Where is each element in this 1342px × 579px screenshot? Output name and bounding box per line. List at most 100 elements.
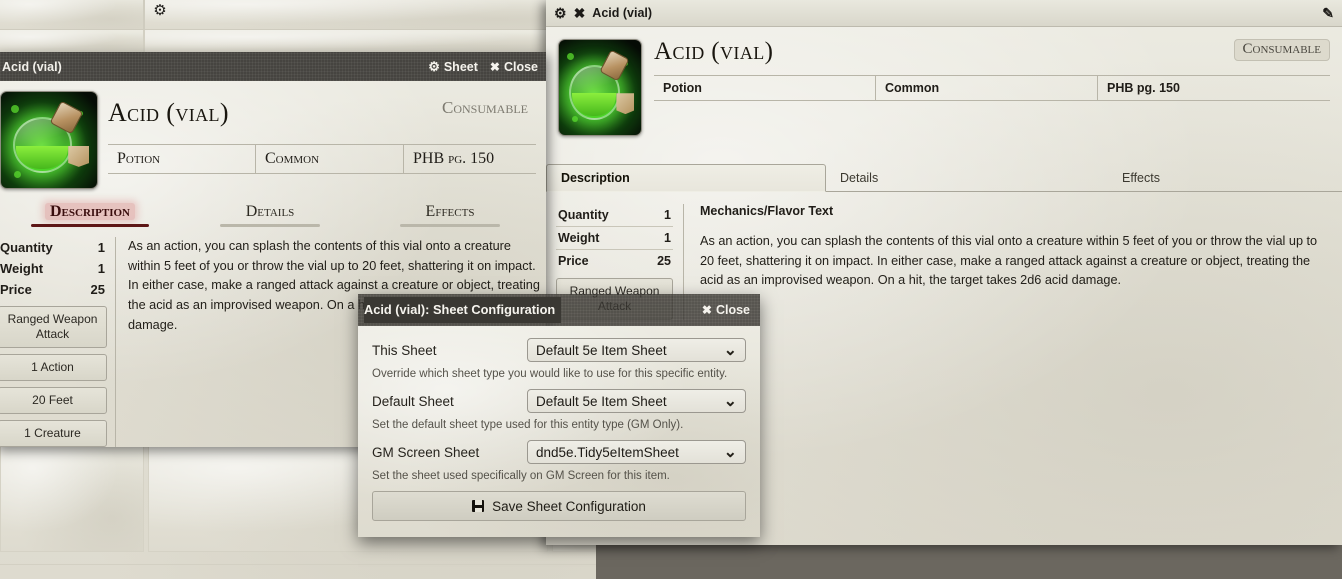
x-icon: ✖ — [701, 303, 712, 317]
floating-item-stats-panel: Quantity 1 Weight 1 Price 25 Ranged Weap… — [0, 237, 116, 447]
item-type-badge: Consumable — [1233, 39, 1330, 61]
background-header-segment-right — [144, 0, 596, 30]
background-header-segment-left — [0, 0, 144, 30]
floating-item-title-row: Acid (vial) Consumable — [108, 91, 536, 126]
tab-effects[interactable]: Effects — [360, 203, 540, 227]
default-sheet-select[interactable]: Default 5e Item Sheet ⌄ — [527, 389, 746, 413]
tab-effects[interactable]: Effects — [1108, 164, 1342, 192]
tab-description-label: Description — [44, 203, 135, 220]
field-gm-screen-sheet: GM Screen Sheet dnd5e.Tidy5eItemSheet ⌄ — [372, 440, 746, 464]
item-header-meta: Acid (vial) Consumable Potion Common PHB… — [654, 38, 1330, 136]
item-type-badge: Consumable — [441, 98, 528, 117]
tab-details[interactable]: Details — [180, 203, 360, 227]
background-footer-divider — [0, 564, 596, 565]
background-window-header: ⚙ — [0, 0, 596, 30]
close-window-button-label: Close — [503, 59, 538, 74]
gm-screen-sheet-label: GM Screen Sheet — [372, 444, 480, 460]
tag-button-range[interactable]: 20 Feet — [0, 387, 107, 414]
stat-price: Price 25 — [0, 279, 107, 300]
stat-price: Price 25 — [556, 249, 673, 272]
tab-description[interactable]: Description — [546, 164, 826, 192]
description-heading: Mechanics/Flavor Text — [700, 204, 834, 218]
this-sheet-label: This Sheet — [372, 342, 437, 358]
field-this-sheet: This Sheet Default 5e Item Sheet ⌄ — [372, 338, 746, 362]
edit-square-icon[interactable]: ✎︎ — [1322, 6, 1334, 20]
item-name: Acid (vial) — [654, 38, 774, 65]
floating-item-header-meta: Acid (vial) Consumable Potion Common PHB… — [108, 91, 536, 189]
item-meta-row: Potion Common PHB pg. 150 — [108, 144, 536, 175]
tab-details-label: Details — [840, 170, 879, 185]
tag-button-target[interactable]: 1 Creature — [0, 420, 107, 447]
tab-description-underline — [30, 224, 150, 227]
floating-window-titlebar[interactable]: Acid (vial) ⚙ Sheet ✖ Close — [0, 52, 546, 81]
stat-quantity: Quantity 1 — [556, 204, 673, 226]
dialog-close-label: Close — [715, 303, 750, 317]
item-meta-source: PHB pg. 150 — [1107, 81, 1180, 96]
background-subheader-segment-left — [0, 30, 144, 54]
description-text: As an action, you can splash the content… — [700, 234, 1318, 288]
tab-details-label: Details — [245, 203, 295, 220]
stat-weight-value: 1 — [97, 261, 105, 276]
stat-quantity: Quantity 1 — [0, 237, 107, 258]
item-meta-rarity: Common — [256, 145, 404, 174]
dialog-close-button[interactable]: ✖ Close — [702, 303, 750, 317]
chevron-down-icon: ⌄ — [723, 342, 737, 359]
this-sheet-select[interactable]: Default 5e Item Sheet ⌄ — [527, 338, 746, 362]
item-meta-row: Potion Common PHB pg. 150 — [654, 75, 1330, 102]
stat-weight-label: Weight — [558, 231, 600, 245]
tab-description-label: Description — [561, 171, 630, 185]
gm-screen-sheet-hint: Set the sheet used specifically on GM Sc… — [372, 470, 670, 482]
sheet-configuration-dialog: Acid (vial): Sheet Configuration ✖ Close… — [358, 294, 760, 537]
item-meta-type: Potion — [108, 145, 256, 174]
dialog-titlebar[interactable]: Acid (vial): Sheet Configuration ✖ Close — [358, 294, 760, 326]
stat-weight-label: Weight — [0, 261, 44, 276]
stat-weight: Weight 1 — [0, 258, 107, 279]
gm-screen-sheet-select[interactable]: dnd5e.Tidy5eItemSheet ⌄ — [527, 440, 746, 464]
tab-description[interactable]: Description — [0, 203, 180, 227]
save-sheet-configuration-button[interactable]: Save Sheet Configuration — [372, 491, 746, 521]
stat-price-value: 25 — [657, 254, 671, 268]
dialog-title: Acid (vial): Sheet Configuration — [364, 297, 562, 323]
default-sheet-hint: Set the default sheet type used for this… — [372, 419, 684, 431]
item-meta-rarity: Common — [876, 76, 1098, 101]
stat-quantity-label: Quantity — [558, 208, 609, 222]
stat-price-label: Price — [558, 254, 589, 268]
this-sheet-hint: Override which sheet type you would like… — [372, 368, 728, 380]
tab-details-underline — [219, 224, 321, 227]
stat-weight-value: 1 — [664, 231, 671, 245]
tab-effects-label: Effects — [1122, 170, 1160, 185]
tab-effects-label: Effects — [425, 203, 475, 220]
close-circle-icon[interactable]: ✖︎ — [574, 6, 586, 20]
background-subheader-segment-right — [144, 30, 596, 54]
item-name: Acid (vial) — [108, 98, 229, 127]
stat-price-label: Price — [0, 282, 32, 297]
default-sheet-value: Default 5e Item Sheet — [536, 393, 667, 409]
x-icon: ✖ — [489, 59, 500, 74]
this-sheet-value: Default 5e Item Sheet — [536, 342, 667, 358]
item-meta-type: Potion — [654, 76, 876, 101]
dialog-body: This Sheet Default 5e Item Sheet ⌄ Overr… — [358, 326, 760, 537]
floppy-disk-icon — [472, 500, 485, 512]
tab-effects-underline — [399, 224, 501, 227]
stat-price-value: 25 — [90, 282, 105, 297]
background-window-subheader — [0, 30, 596, 54]
floating-item-header-block: Acid (vial) Consumable Potion Common PHB… — [0, 81, 546, 189]
green-potion-vial-icon[interactable] — [558, 39, 642, 136]
close-window-button[interactable]: ✖ Close — [490, 60, 538, 74]
stat-quantity-label: Quantity — [0, 240, 53, 255]
floating-window-title: Acid (vial) — [2, 59, 62, 74]
tag-button-activation[interactable]: 1 Action — [0, 354, 107, 381]
item-header-title-row: Acid (vial) Consumable — [654, 38, 1330, 65]
item-sheet-tabs: Description Details Effects — [546, 164, 1342, 192]
tag-button-ranged-weapon-attack[interactable]: Ranged Weapon Attack — [0, 306, 107, 348]
green-potion-vial-icon[interactable] — [0, 91, 98, 189]
field-default-sheet: Default Sheet Default 5e Item Sheet ⌄ — [372, 389, 746, 413]
gear-icon[interactable]: ⚙ — [554, 6, 567, 20]
save-button-label: Save Sheet Configuration — [492, 498, 646, 514]
item-meta-source: PHB pg. 150 — [413, 150, 495, 168]
gear-icon[interactable]: ⚙ — [152, 2, 168, 18]
item-sheet-title: Acid (vial) — [592, 6, 653, 20]
tab-details[interactable]: Details — [826, 164, 1108, 192]
stat-weight: Weight 1 — [556, 226, 673, 249]
sheet-config-button[interactable]: ⚙ Sheet — [428, 60, 478, 74]
